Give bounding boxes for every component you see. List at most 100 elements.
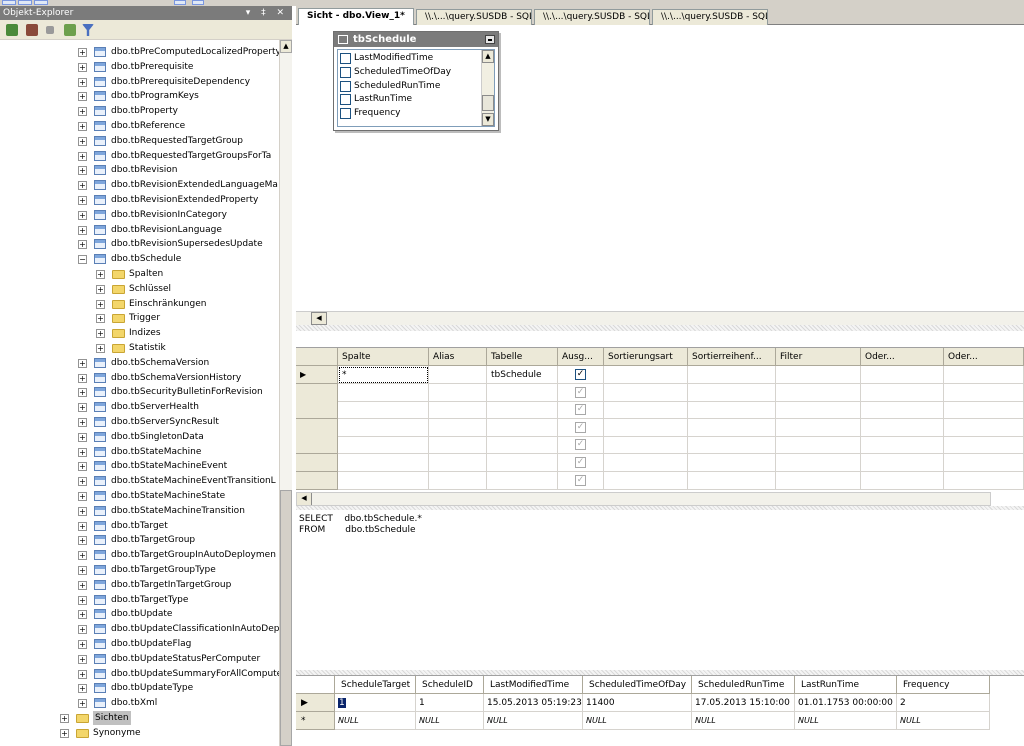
- column-checkbox[interactable]: [340, 66, 351, 78]
- criteria-cell-alias[interactable]: [429, 418, 487, 437]
- column-checkbox[interactable]: [340, 108, 351, 120]
- criteria-row-header[interactable]: [296, 418, 338, 437]
- criteria-cell-spalte[interactable]: [338, 471, 429, 490]
- criteria-cell[interactable]: [776, 471, 861, 490]
- scroll-left-button[interactable]: ◀: [297, 493, 312, 505]
- expand-toggle-icon[interactable]: +: [60, 714, 69, 723]
- criteria-cell-spalte[interactable]: [338, 401, 429, 420]
- tree-table-node[interactable]: + dbo.tbXml: [0, 696, 279, 710]
- toolbar-button[interactable]: [18, 0, 32, 5]
- criteria-cell-tabelle[interactable]: [487, 418, 558, 437]
- diagram-horizontal-scrollbar[interactable]: ◀: [296, 311, 1024, 325]
- stop-icon[interactable]: [46, 26, 54, 34]
- tree-table-node[interactable]: + dbo.tbRevisionExtendedProperty: [0, 193, 279, 207]
- expand-toggle-icon[interactable]: +: [78, 136, 87, 146]
- criteria-cell[interactable]: [776, 383, 861, 402]
- column-list-scrollbar[interactable]: ▲ ▼: [481, 50, 494, 126]
- tree-table-node[interactable]: + dbo.tbStateMachineEvent: [0, 459, 279, 473]
- tree-table-node[interactable]: + dbo.tbUpdateSummaryForAllCompute: [0, 667, 279, 681]
- tree-table-node[interactable]: + dbo.tbTargetGroupInAutoDeploymen: [0, 548, 279, 562]
- expand-toggle-icon[interactable]: +: [78, 566, 87, 575]
- results-cell[interactable]: NULL: [416, 712, 484, 730]
- tree-table-node[interactable]: + dbo.tbPrerequisite: [0, 60, 279, 74]
- expand-toggle-icon[interactable]: +: [78, 418, 87, 427]
- criteria-cell[interactable]: [688, 471, 776, 490]
- criteria-cell-tabelle[interactable]: [487, 454, 558, 472]
- criteria-cell[interactable]: [944, 418, 1024, 437]
- tree-table-node[interactable]: + dbo.tbUpdateType: [0, 681, 279, 695]
- tree-table-node[interactable]: + dbo.tbReference: [0, 119, 279, 133]
- expand-toggle-icon[interactable]: +: [78, 240, 87, 250]
- criteria-column-header[interactable]: Sortierreihenf...: [688, 348, 776, 366]
- results-cell[interactable]: 2: [897, 694, 990, 712]
- results-cell[interactable]: 15.05.2013 05:19:23: [484, 694, 583, 712]
- tree-table-node[interactable]: + dbo.tbTargetGroup: [0, 533, 279, 547]
- criteria-cell[interactable]: [861, 401, 944, 420]
- panel-controls[interactable]: ▾ ‡ ✕: [246, 6, 288, 20]
- expand-toggle-icon[interactable]: +: [78, 77, 87, 87]
- criteria-cell[interactable]: [944, 471, 1024, 490]
- criteria-cell[interactable]: [944, 383, 1024, 402]
- results-column-header[interactable]: LastRunTime: [795, 676, 897, 694]
- tree-table-node[interactable]: − dbo.tbSchedule: [0, 252, 279, 266]
- criteria-horizontal-scrollbar[interactable]: ◀: [296, 492, 991, 506]
- criteria-column-header[interactable]: Oder...: [944, 348, 1024, 366]
- toolbar-button[interactable]: [192, 0, 204, 5]
- pane-splitter[interactable]: [296, 325, 1024, 331]
- tree-table-node[interactable]: + dbo.tbProperty: [0, 104, 279, 118]
- criteria-cell-ausgabe[interactable]: ✓: [558, 418, 604, 437]
- column-checkbox[interactable]: [340, 94, 351, 106]
- criteria-cell[interactable]: [688, 401, 776, 420]
- expand-toggle-icon[interactable]: +: [96, 299, 105, 309]
- criteria-cell[interactable]: [688, 418, 776, 437]
- criteria-cell-spalte[interactable]: [338, 436, 429, 455]
- criteria-cell[interactable]: [861, 383, 944, 402]
- table-column-item[interactable]: ScheduledTimeOfDay: [340, 65, 480, 79]
- criteria-cell[interactable]: [776, 436, 861, 455]
- criteria-cell-ausgabe[interactable]: ✓: [558, 366, 604, 384]
- expand-toggle-icon[interactable]: +: [60, 728, 69, 738]
- tree-folder-node[interactable]: + Synonyme: [0, 726, 279, 740]
- results-column-header[interactable]: ScheduleTarget: [335, 676, 416, 694]
- tree-table-node[interactable]: + dbo.tbTargetGroupType: [0, 563, 279, 577]
- tree-table-node[interactable]: + dbo.tbSchemaVersion: [0, 356, 279, 370]
- results-cell[interactable]: NULL: [484, 712, 583, 730]
- results-column-header[interactable]: ScheduledRunTime: [692, 676, 795, 694]
- tree-table-node[interactable]: + dbo.tbPreComputedLocalizedProperty: [0, 45, 279, 59]
- scroll-left-button[interactable]: ◀: [311, 312, 327, 325]
- criteria-column-header[interactable]: Sortierungsart: [604, 348, 688, 366]
- disconnect-icon[interactable]: [26, 24, 38, 36]
- tree-folder-node[interactable]: + Spalten: [0, 267, 279, 281]
- expand-toggle-icon[interactable]: +: [78, 551, 87, 561]
- expand-toggle-icon[interactable]: +: [78, 196, 87, 205]
- tree-folder-node[interactable]: + Schlüssel: [0, 282, 279, 296]
- results-row-header[interactable]: *: [296, 712, 335, 730]
- criteria-row-header[interactable]: [296, 471, 338, 490]
- criteria-column-header[interactable]: Ausg...: [558, 348, 604, 366]
- results-cell[interactable]: 1: [335, 694, 416, 712]
- results-column-header[interactable]: LastModifiedTime: [484, 676, 583, 694]
- expand-toggle-icon[interactable]: +: [78, 477, 87, 487]
- filter-icon[interactable]: [82, 24, 94, 36]
- criteria-cell-tabelle[interactable]: [487, 383, 558, 402]
- expand-toggle-icon[interactable]: +: [78, 610, 87, 620]
- criteria-cell-spalte[interactable]: [338, 454, 429, 472]
- criteria-column-header[interactable]: Oder...: [861, 348, 944, 366]
- criteria-cell[interactable]: [944, 454, 1024, 472]
- criteria-cell-ausgabe[interactable]: ✓: [558, 436, 604, 455]
- tree-table-node[interactable]: + dbo.tbRevisionLanguage: [0, 223, 279, 237]
- toolbar-button[interactable]: [174, 0, 186, 5]
- expand-toggle-icon[interactable]: +: [78, 181, 87, 191]
- expand-toggle-icon[interactable]: +: [78, 225, 87, 235]
- results-cell[interactable]: 1: [416, 694, 484, 712]
- connect-icon[interactable]: [6, 24, 18, 36]
- criteria-cell[interactable]: [776, 418, 861, 437]
- results-column-header[interactable]: ScheduleID: [416, 676, 484, 694]
- results-cell[interactable]: NULL: [692, 712, 795, 730]
- table-box-tbschedule[interactable]: tbSchedule ▲ ▼ LastModifiedTime Scheduled…: [333, 31, 499, 131]
- criteria-cell-alias[interactable]: [429, 471, 487, 490]
- criteria-cell-tabelle[interactable]: [487, 401, 558, 420]
- criteria-cell[interactable]: [776, 401, 861, 420]
- expand-toggle-icon[interactable]: +: [78, 506, 87, 516]
- criteria-cell[interactable]: [604, 401, 688, 420]
